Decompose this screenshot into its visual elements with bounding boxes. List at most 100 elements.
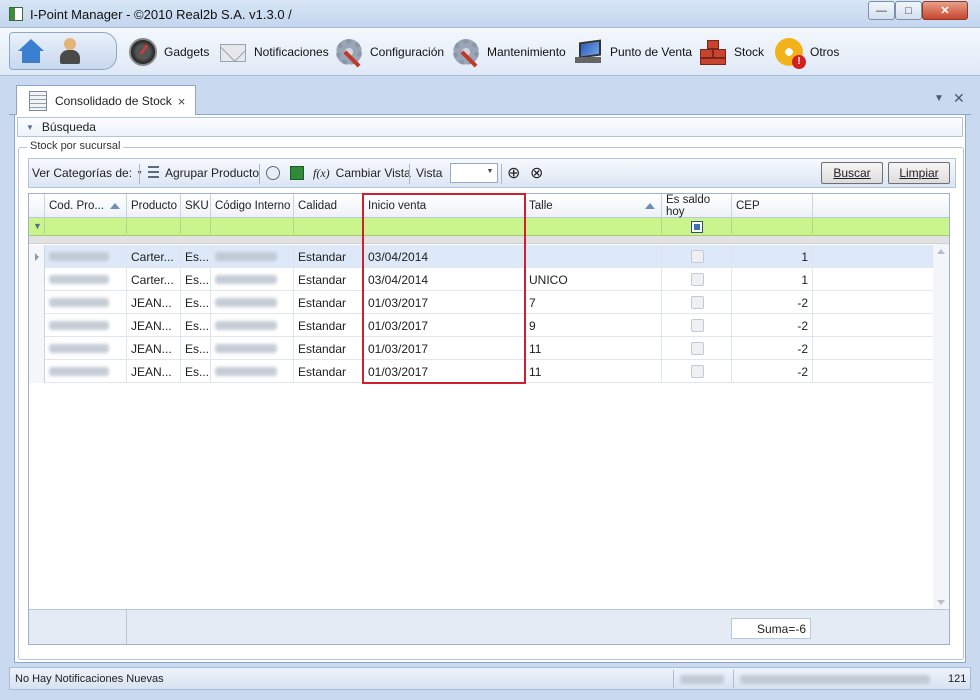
cell-calidad[interactable]: Estandar xyxy=(294,360,364,383)
home-icon[interactable] xyxy=(18,39,44,63)
row-selector[interactable] xyxy=(29,245,45,268)
cell-talle[interactable]: 11 xyxy=(525,337,662,360)
redacted-cell[interactable] xyxy=(45,268,127,291)
menu-configuracion[interactable]: Configuración xyxy=(334,38,444,66)
redacted-cell[interactable] xyxy=(211,337,294,360)
es-saldo-hoy-cell[interactable] xyxy=(662,291,732,314)
cell-cep[interactable]: -2 xyxy=(732,337,813,360)
minimize-button[interactable]: — xyxy=(868,1,895,20)
redacted-cell[interactable] xyxy=(45,245,127,268)
close-icon[interactable]: ✕ xyxy=(953,90,965,107)
col-sku[interactable]: SKU xyxy=(181,194,211,218)
filter-cell-es-saldo-hoy[interactable] xyxy=(662,218,732,236)
cell-talle[interactable]: 9 xyxy=(525,314,662,337)
cell-producto[interactable]: JEAN... xyxy=(127,314,181,337)
cell-inicio[interactable]: 01/03/2017 xyxy=(364,291,525,314)
checkbox[interactable] xyxy=(691,365,704,378)
checkbox[interactable] xyxy=(691,250,704,263)
cell-talle[interactable]: 7 xyxy=(525,291,662,314)
filter-cell[interactable] xyxy=(211,218,294,236)
es-saldo-hoy-cell[interactable] xyxy=(662,268,732,291)
filter-cell[interactable] xyxy=(364,218,525,236)
menu-punto-de-venta[interactable]: Punto de Venta xyxy=(574,38,692,66)
cell-sku[interactable]: Es... xyxy=(181,291,211,314)
checkbox[interactable] xyxy=(691,319,704,332)
cell-talle[interactable]: 11 xyxy=(525,360,662,383)
col-es-saldo-hoy[interactable]: Es saldo hoy xyxy=(662,194,732,218)
col-inicio-venta[interactable]: Inicio venta xyxy=(364,194,525,218)
cell-talle[interactable] xyxy=(525,245,662,268)
filter-cell[interactable] xyxy=(525,218,662,236)
filter-cell[interactable] xyxy=(294,218,364,236)
tab-close-icon[interactable]: × xyxy=(178,94,186,109)
col-codigo-interno[interactable]: Código Interno xyxy=(211,194,294,218)
filter-cell[interactable] xyxy=(732,218,813,236)
cell-inicio[interactable]: 03/04/2014 xyxy=(364,245,525,268)
cambiar-vista-button[interactable]: f(x) Cambiar Vista xyxy=(313,159,411,187)
export-excel-button[interactable] xyxy=(290,159,310,187)
cell-producto[interactable]: Carter... xyxy=(127,245,181,268)
close-window-button[interactable]: ✕ xyxy=(922,1,968,20)
redacted-cell[interactable] xyxy=(211,360,294,383)
row-selector[interactable] xyxy=(29,268,45,291)
row-selector[interactable] xyxy=(29,291,45,314)
cell-sku[interactable]: Es... xyxy=(181,337,211,360)
export-pdf-button[interactable] xyxy=(266,159,286,187)
cell-sku[interactable]: Es... xyxy=(181,245,211,268)
cell-inicio[interactable]: 01/03/2017 xyxy=(364,314,525,337)
busqueda-panel-header[interactable]: ▼ Búsqueda xyxy=(17,117,963,137)
buscar-button[interactable]: Buscar xyxy=(821,162,883,184)
redacted-cell[interactable] xyxy=(211,314,294,337)
cell-inicio[interactable]: 01/03/2017 xyxy=(364,360,525,383)
redacted-cell[interactable] xyxy=(211,291,294,314)
table-row[interactable]: JEAN... Es... Estandar 01/03/2017 11 -2 xyxy=(45,337,933,360)
limpiar-button[interactable]: Limpiar xyxy=(888,162,950,184)
cell-cep[interactable]: -2 xyxy=(732,360,813,383)
cell-calidad[interactable]: Estandar xyxy=(294,314,364,337)
vertical-scrollbar[interactable] xyxy=(933,244,949,610)
col-cod-pro[interactable]: Cod. Pro... xyxy=(45,194,127,218)
redacted-cell[interactable] xyxy=(211,245,294,268)
redacted-cell[interactable] xyxy=(45,337,127,360)
table-row[interactable]: JEAN... Es... Estandar 01/03/2017 11 -2 xyxy=(45,360,933,383)
table-row[interactable]: JEAN... Es... Estandar 01/03/2017 9 -2 xyxy=(45,314,933,337)
cell-calidad[interactable]: Estandar xyxy=(294,291,364,314)
table-row[interactable]: JEAN... Es... Estandar 01/03/2017 7 -2 xyxy=(45,291,933,314)
row-selector[interactable] xyxy=(29,360,45,383)
cell-sku[interactable]: Es... xyxy=(181,268,211,291)
col-calidad[interactable]: Calidad xyxy=(294,194,364,218)
menu-notificaciones[interactable]: Notificaciones xyxy=(218,38,329,66)
scroll-up-icon[interactable] xyxy=(937,249,945,254)
cell-producto[interactable]: JEAN... xyxy=(127,360,181,383)
row-selector[interactable] xyxy=(29,337,45,360)
cell-talle[interactable]: UNICO xyxy=(525,268,662,291)
cell-producto[interactable]: JEAN... xyxy=(127,337,181,360)
col-producto[interactable]: Producto xyxy=(127,194,181,218)
cell-calidad[interactable]: Estandar xyxy=(294,268,364,291)
filter-cell[interactable] xyxy=(45,218,127,236)
filter-cell[interactable] xyxy=(127,218,181,236)
redacted-cell[interactable] xyxy=(45,314,127,337)
tab-consolidado-stock[interactable]: Consolidado de Stock × xyxy=(16,85,196,116)
menu-otros[interactable]: Otros xyxy=(774,38,839,69)
user-icon[interactable] xyxy=(58,38,82,66)
menu-gadgets[interactable]: Gadgets xyxy=(128,38,209,66)
cell-cep[interactable]: -2 xyxy=(732,291,813,314)
menu-stock[interactable]: Stock xyxy=(698,38,764,66)
checkbox[interactable] xyxy=(691,296,704,309)
checkbox[interactable] xyxy=(691,273,704,286)
cell-cep[interactable]: -2 xyxy=(732,314,813,337)
vista-dropdown[interactable]: ▼ xyxy=(450,163,499,183)
maximize-button[interactable]: □ xyxy=(895,1,922,20)
scroll-down-icon[interactable] xyxy=(937,600,945,605)
cell-inicio[interactable]: 01/03/2017 xyxy=(364,337,525,360)
es-saldo-hoy-cell[interactable] xyxy=(662,337,732,360)
checkbox[interactable] xyxy=(691,342,704,355)
redacted-cell[interactable] xyxy=(45,291,127,314)
filter-cell[interactable] xyxy=(181,218,211,236)
col-cep[interactable]: CEP xyxy=(732,194,813,218)
filter-checkbox[interactable] xyxy=(691,221,703,233)
zoom-reset-button[interactable]: ⊗ xyxy=(530,159,543,187)
cell-producto[interactable]: Carter... xyxy=(127,268,181,291)
cell-cep[interactable]: 1 xyxy=(732,245,813,268)
